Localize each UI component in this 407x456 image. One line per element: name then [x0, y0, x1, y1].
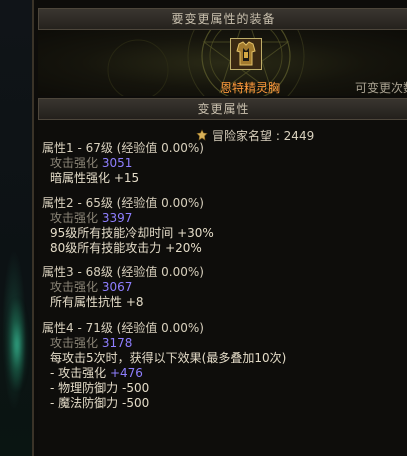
attribute-effect: 暗属性强化 +15 — [50, 171, 140, 185]
attribute-effect: 95级所有技能冷却时间 +30% — [50, 226, 214, 240]
attribute-title: 属性3 - 68级 (经验值 0.00%) — [42, 265, 204, 279]
attribute-group-3: 属性3 - 68级 (经验值 0.00%) 攻击强化 3067 所有属性抗性 +… — [42, 265, 204, 310]
equipment-name[interactable]: 恩特精灵胸甲 — [215, 79, 285, 96]
change-count-label: 可变更次数 — [355, 81, 407, 95]
attribute-effect: - 攻击强化 +476 — [50, 366, 143, 380]
attribute-effect: 每攻击5次时，获得以下效果(最多叠加10次) — [50, 351, 287, 365]
attribute-group-1: 属性1 - 67级 (经验值 0.00%) 攻击强化 3051 暗属性强化 +1… — [42, 141, 204, 186]
attribute-effect: 所有属性抗性 +8 — [50, 295, 144, 309]
equipment-area: 恩特精灵胸甲 可变更次数 — [38, 30, 407, 96]
attribute-group-4: 属性4 - 71级 (经验值 0.00%) 攻击强化 3178 每攻击5次时，获… — [42, 321, 286, 411]
attribute-title: 属性4 - 71级 (经验值 0.00%) — [42, 321, 204, 335]
change-attribute-header: 变更属性 — [38, 98, 407, 120]
attribute-title: 属性2 - 65级 (经验值 0.00%) — [42, 196, 204, 210]
fame-laurel-icon — [196, 129, 208, 141]
background-glow-core — [8, 300, 26, 390]
attribute-effect: 80级所有技能攻击力 +20% — [50, 241, 202, 255]
attribute-change-panel: 要变更属性的装备 恩特精灵胸甲 可变更次数 变更属性 冒险家名望 : 2449 — [32, 0, 407, 456]
attribute-sub: 攻击强化 3397 — [50, 211, 133, 225]
attribute-effect: - 物理防御力 -500 — [50, 381, 150, 395]
attribute-sub: 攻击强化 3067 — [50, 280, 133, 294]
attribute-title: 属性1 - 67级 (经验值 0.00%) — [42, 141, 204, 155]
background-scene — [0, 0, 32, 456]
attribute-sub: 攻击强化 3178 — [50, 336, 133, 350]
fame-text: 冒险家名望 : 2449 — [212, 129, 315, 143]
adventurer-fame: 冒险家名望 : 2449 — [196, 127, 314, 144]
equipment-header: 要变更属性的装备 — [38, 8, 407, 30]
attribute-sub: 攻击强化 3051 — [50, 156, 133, 170]
equipment-slot[interactable] — [230, 38, 262, 70]
chest-armor-icon — [231, 39, 261, 69]
attribute-group-2: 属性2 - 65级 (经验值 0.00%) 攻击强化 3397 95级所有技能冷… — [42, 196, 214, 256]
attribute-effect: - 魔法防御力 -500 — [50, 396, 150, 410]
attribute-list: 冒险家名望 : 2449 属性1 - 67级 (经验值 0.00%) 攻击强化 … — [38, 120, 407, 456]
